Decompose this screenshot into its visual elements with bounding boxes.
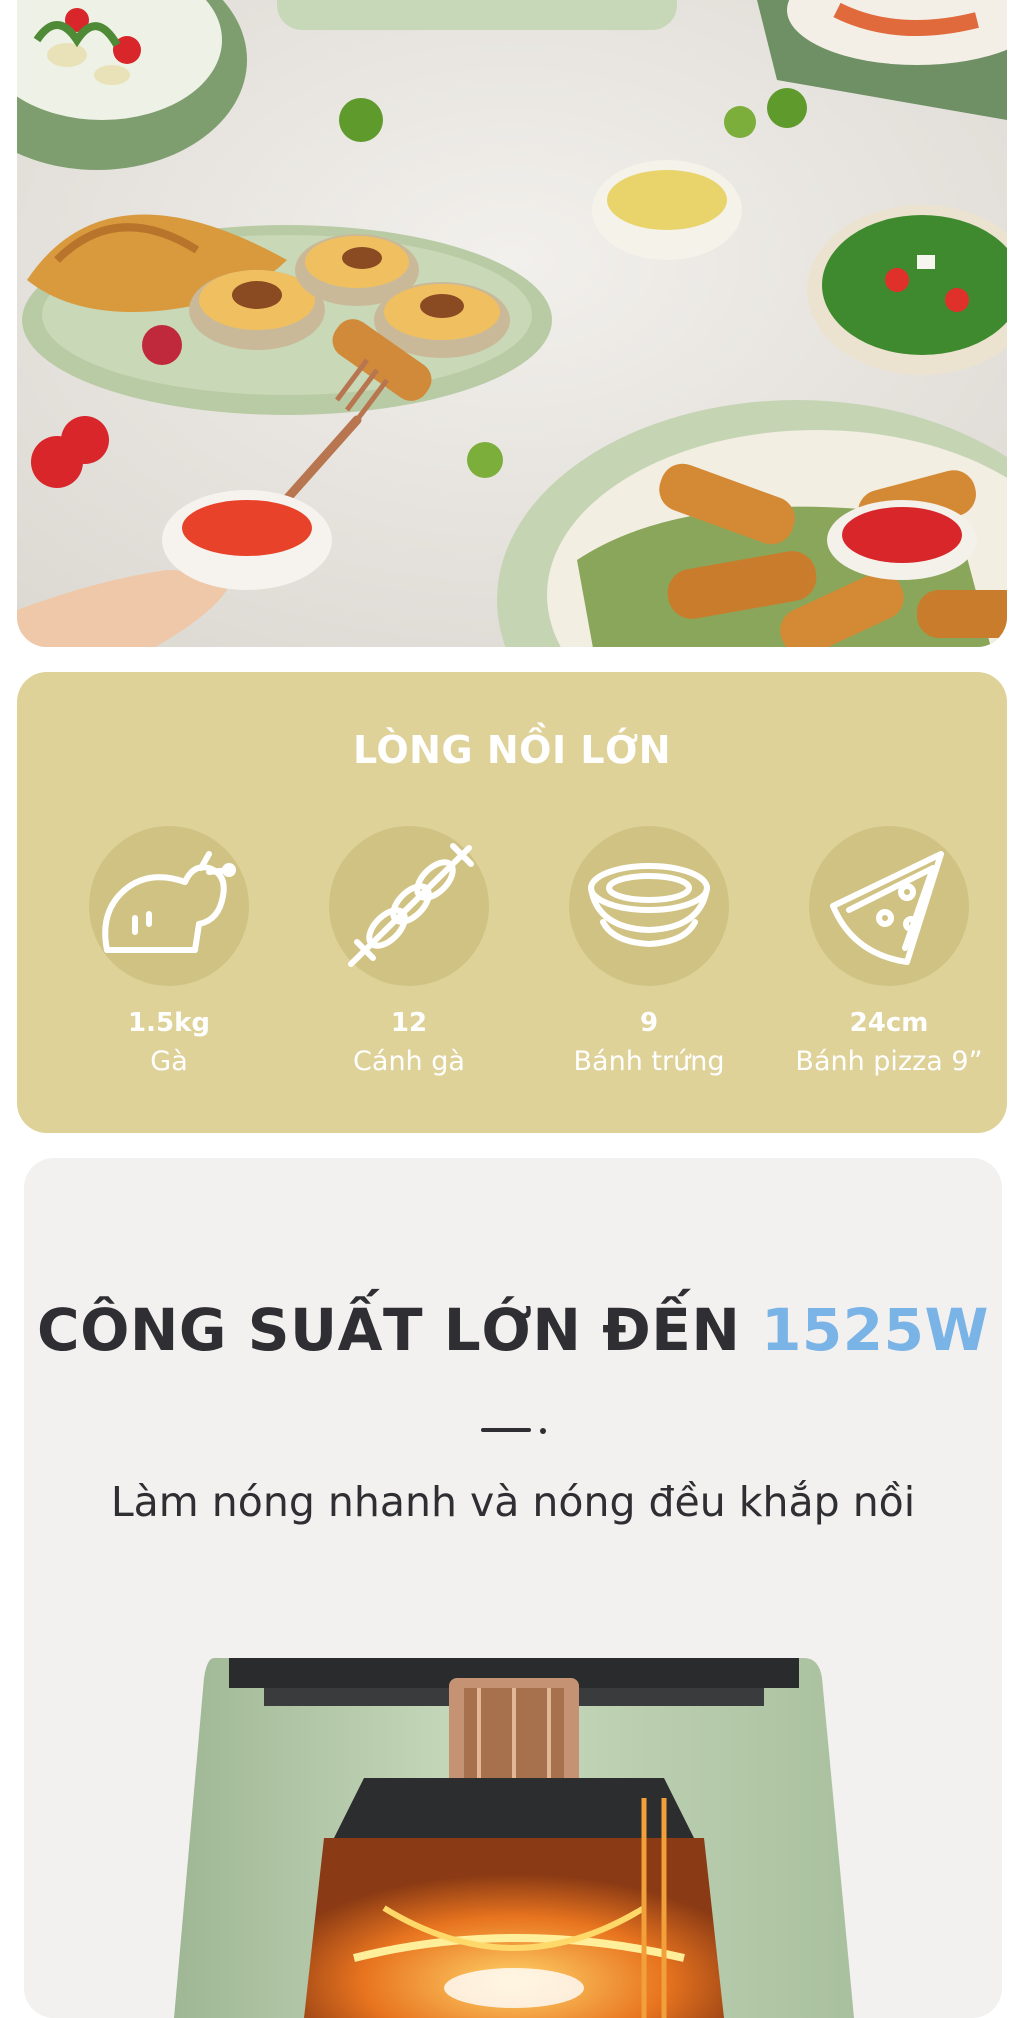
power-title-wattage: 1525W (761, 1296, 989, 1364)
capacity-item-chicken: 1.5kg Gà (69, 826, 269, 1077)
food-photo (17, 0, 1007, 647)
capacity-panel: LÒNG NỒI LỚN 1.5kg Gà 12 Cánh gà 9 Bánh … (17, 672, 1007, 1133)
chicken-icon-badge (89, 826, 249, 986)
capacity-label: Gà (150, 1046, 188, 1077)
chicken-icon (102, 851, 236, 953)
pizza-icon (830, 851, 944, 965)
capacity-item-egg-tart: 9 Bánh trứng (549, 826, 749, 1077)
capacity-value: 1.5kg (128, 1008, 210, 1038)
egg-tart-icon (588, 863, 710, 947)
capacity-value: 12 (390, 1008, 428, 1038)
capacity-value: 9 (639, 1008, 659, 1038)
power-title-text: CÔNG SUẤT LỚN ĐẾN (37, 1296, 741, 1364)
skewer-icon (348, 843, 474, 967)
divider-dot (540, 1428, 546, 1434)
egg-tart-icon-badge (569, 826, 729, 986)
divider-line (481, 1428, 531, 1432)
capacity-value: 24cm (849, 1008, 929, 1038)
capacity-title: LÒNG NỒI LỚN (352, 728, 672, 772)
power-subtitle: Làm nóng nhanh và nóng đều khắp nồi (110, 1478, 916, 1526)
capacity-label: Bánh pizza 9” (795, 1046, 983, 1077)
capacity-item-wings: 12 Cánh gà (309, 826, 509, 1077)
power-section: CÔNG SUẤT LỚN ĐẾN 1525W Làm nóng nhanh v… (24, 1158, 1002, 2018)
skewer-icon-badge (329, 826, 489, 986)
power-title: CÔNG SUẤT LỚN ĐẾN 1525W (24, 1296, 1002, 1364)
capacity-label: Cánh gà (353, 1046, 465, 1077)
air-fryer-cutaway-image (174, 1658, 854, 2018)
capacity-label: Bánh trứng (573, 1046, 725, 1077)
food-table-illustration (17, 0, 1007, 647)
capacity-item-pizza: 24cm Bánh pizza 9” (789, 826, 989, 1077)
pizza-icon-badge (809, 826, 969, 986)
